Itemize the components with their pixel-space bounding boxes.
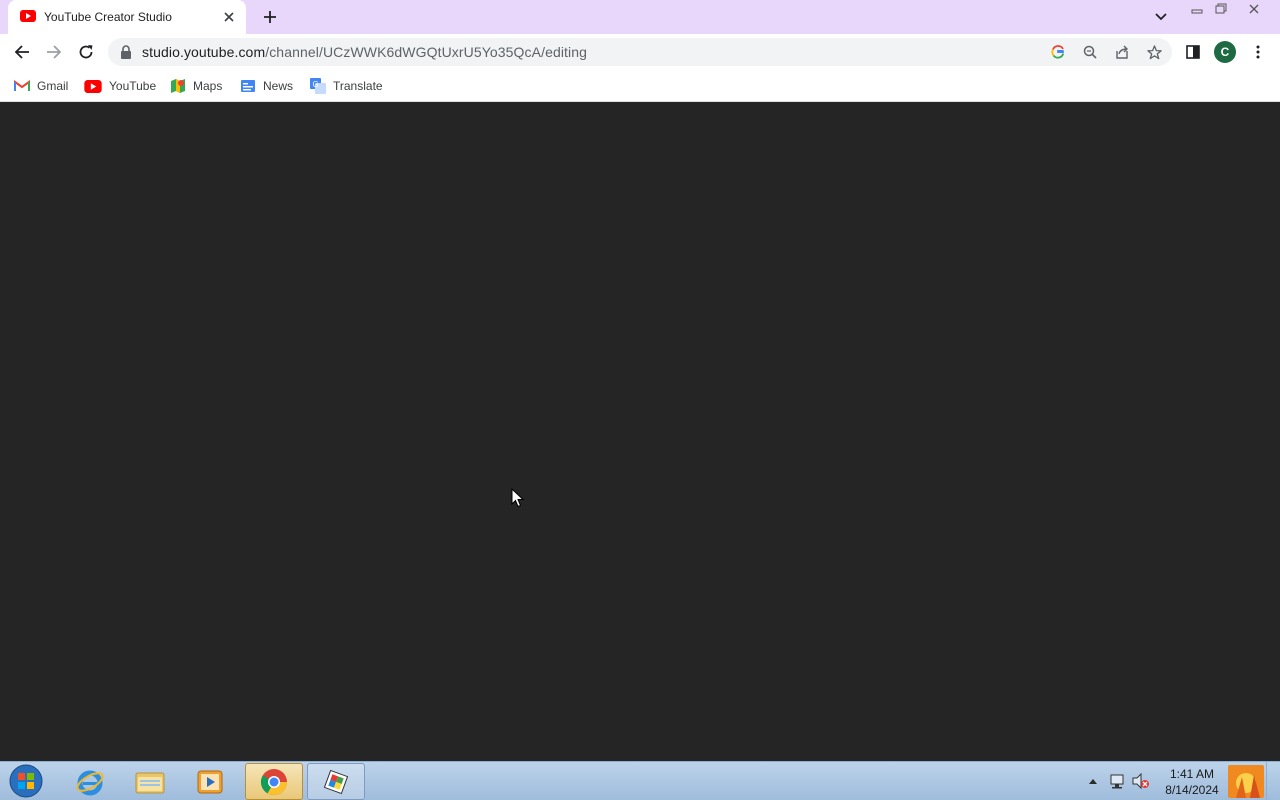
lock-icon[interactable] — [120, 45, 132, 59]
clock-date: 8/14/2024 — [1165, 783, 1219, 797]
translate-icon: G — [310, 78, 326, 94]
clock-time: 1:41 AM — [1169, 767, 1215, 781]
browser-tab[interactable]: YouTube Creator Studio — [8, 0, 246, 34]
share-icon[interactable] — [1112, 42, 1132, 62]
tab-search-chevron-icon[interactable] — [1150, 6, 1172, 28]
chrome-icon[interactable] — [245, 763, 303, 800]
url-host: studio.youtube.com — [142, 44, 266, 60]
restore-icon[interactable] — [1207, 0, 1235, 18]
bookmark-maps[interactable]: Maps — [170, 76, 222, 96]
close-tab-icon[interactable] — [220, 8, 238, 26]
new-tab-icon[interactable] — [258, 5, 282, 29]
paint-app-icon[interactable] — [307, 763, 365, 800]
reload-icon[interactable] — [73, 39, 99, 65]
google-icon[interactable] — [1048, 42, 1068, 62]
bookmark-label: YouTube — [109, 79, 157, 93]
svg-text:G: G — [313, 80, 319, 89]
side-panel-icon[interactable] — [1181, 40, 1205, 64]
bookmark-label: Maps — [193, 79, 223, 93]
bookmark-translate[interactable]: G Translate — [310, 76, 383, 96]
news-icon — [241, 80, 255, 92]
start-orb-icon[interactable] — [6, 763, 46, 799]
taskbar-clock[interactable]: 1:41 AM 8/14/2024 — [1160, 766, 1224, 798]
url-path: /channel/UCzWWK6dWGQtUxrU5Yo35QcA/editin… — [265, 44, 588, 60]
back-arrow-icon[interactable] — [9, 39, 35, 65]
volume-muted-icon[interactable] — [1132, 772, 1150, 790]
bookmarks-bar: Gmail YouTube Maps News G Translate — [0, 70, 1280, 102]
tab-title: YouTube Creator Studio — [44, 10, 172, 24]
internet-explorer-icon[interactable] — [61, 763, 119, 800]
forward-arrow-icon[interactable] — [41, 39, 67, 65]
show-hidden-icons-icon[interactable] — [1084, 772, 1102, 790]
windows-taskbar: 1:41 AM 8/14/2024 — [0, 761, 1280, 800]
url-text[interactable]: studio.youtube.com/channel/UCzWWK6dWGQtU… — [142, 44, 587, 60]
youtube-icon — [84, 79, 102, 93]
bookmark-gmail[interactable]: Gmail — [14, 76, 68, 96]
media-player-icon[interactable] — [181, 763, 239, 800]
close-window-icon[interactable] — [1240, 0, 1268, 18]
bookmark-star-icon[interactable] — [1144, 42, 1164, 62]
mouse-pointer-icon — [511, 488, 525, 508]
gmail-icon — [14, 80, 30, 91]
bookmark-label: News — [263, 79, 294, 93]
show-desktop-button[interactable] — [1266, 762, 1280, 800]
profile-avatar[interactable]: C — [1214, 41, 1236, 63]
youtube-icon — [20, 10, 36, 22]
bookmark-news[interactable]: News — [240, 76, 293, 96]
browser-toolbar: studio.youtube.com/channel/UCzWWK6dWGQtU… — [0, 34, 1280, 70]
maps-icon — [171, 79, 185, 93]
network-icon[interactable] — [1108, 772, 1126, 790]
desktop-thumbnail[interactable] — [1228, 765, 1264, 798]
menu-kebab-icon[interactable] — [1246, 40, 1270, 64]
file-explorer-icon[interactable] — [121, 763, 179, 800]
tab-strip: YouTube Creator Studio — [0, 0, 1280, 34]
zoom-icon[interactable] — [1080, 42, 1100, 62]
address-bar[interactable]: studio.youtube.com/channel/UCzWWK6dWGQtU… — [108, 38, 1172, 66]
bookmark-label: Translate — [333, 79, 383, 93]
page-content — [0, 103, 1280, 761]
bookmark-label: Gmail — [37, 79, 69, 93]
bookmark-youtube[interactable]: YouTube — [84, 76, 156, 96]
